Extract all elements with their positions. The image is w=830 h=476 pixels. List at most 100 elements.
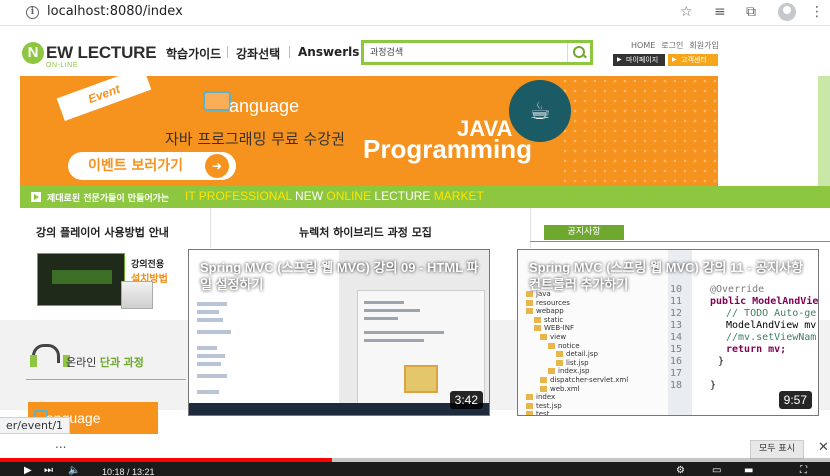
- tagline-lecture: LECTURE: [374, 189, 431, 203]
- theater-icon[interactable]: ▬: [744, 466, 753, 476]
- search-icon[interactable]: [567, 43, 590, 62]
- tree-item: index.jsp: [548, 367, 589, 375]
- tree-item-label: list.jsp: [566, 358, 589, 367]
- video-title: Spring MVC (스프링 웹 MVC) 강의 11 - 공지사항 컨트롤러…: [529, 260, 804, 292]
- info-icon[interactable]: i: [26, 6, 39, 19]
- nav-separator: [227, 46, 228, 58]
- line-number: 13: [670, 320, 683, 331]
- java-cup-icon: ☕: [529, 97, 551, 125]
- tree-item-label: web.xml: [550, 384, 580, 393]
- install-box-icon: [121, 281, 153, 309]
- video-title: Spring MVC (스프링 웹 MVC) 강의 09 - HTML 파일 설…: [200, 260, 479, 292]
- tree-item-label: index: [536, 393, 556, 402]
- star-icon[interactable]: ☆: [680, 3, 693, 21]
- banner-title: 자바 프로그래밍 무료 수강권: [165, 130, 345, 148]
- line-number: 15: [670, 344, 683, 355]
- tree-item: webapp: [526, 307, 564, 315]
- tagline-korean: 제대로된 전문가들이 만들어가는: [47, 194, 170, 204]
- more-dots[interactable]: ...: [55, 437, 66, 451]
- line-number: 17: [670, 368, 683, 379]
- column-divider: [530, 208, 531, 248]
- extensions-icon[interactable]: ⧉: [746, 3, 756, 21]
- site-header: N EW LECTURE ON-LINE 학습가이드 강좌선택 Answerls…: [0, 26, 830, 76]
- column-divider: [210, 208, 211, 248]
- play-icon[interactable]: ▶: [24, 466, 32, 476]
- top-links: HOME 로그인 회원가입: [631, 40, 725, 51]
- support-button[interactable]: 고객센터: [668, 54, 718, 66]
- folder-icon: [526, 411, 533, 415]
- folder-icon: [556, 351, 563, 358]
- settings-icon[interactable]: ⚙: [676, 466, 685, 476]
- online-course: 과정: [123, 356, 144, 369]
- event-button[interactable]: 이벤트 보러가기 ➜: [68, 152, 236, 180]
- video-preview-card[interactable]: Spring MVC (스프링 웹 MVC) 강의 09 - HTML 파일 설…: [188, 249, 490, 416]
- banner-side-strip: [818, 76, 830, 202]
- folder-icon: [526, 308, 533, 315]
- signup-link[interactable]: 회원가입: [689, 41, 718, 50]
- os-taskbar: [189, 403, 489, 415]
- online-course-title: 온라인 단과 과정: [66, 354, 144, 370]
- player-guide-thumbnail[interactable]: [37, 253, 125, 306]
- more-icon[interactable]: ⋮: [810, 4, 824, 20]
- volume-icon[interactable]: 🔈: [68, 466, 80, 476]
- nav-learning-guide[interactable]: 학습가이드: [166, 45, 221, 62]
- online-underline: [26, 379, 186, 380]
- tree-item-label: WEB-INF: [544, 324, 574, 333]
- tree-item: test: [526, 410, 549, 415]
- tagline-bar: 제대로된 전문가들이 만들어가는 IT PROFESSIONAL NEW ONL…: [20, 186, 830, 208]
- login-link[interactable]: 로그인: [661, 41, 683, 50]
- line-number: 11: [670, 296, 683, 307]
- event-button-label: 이벤트 보러가기: [88, 158, 184, 174]
- folder-icon: [556, 359, 563, 366]
- avatar[interactable]: [778, 3, 796, 21]
- next-icon[interactable]: ⏭: [44, 466, 53, 476]
- folder-icon: [534, 325, 541, 332]
- tab-notice[interactable]: 공지사항: [544, 225, 624, 240]
- mypage-button[interactable]: 마이페이지: [613, 54, 665, 66]
- close-icon[interactable]: ✕: [818, 441, 829, 455]
- nav-course-select[interactable]: 강좌선택: [236, 45, 280, 62]
- tree-item-label: index.jsp: [558, 367, 590, 376]
- miniplayer-icon[interactable]: ▭: [712, 466, 721, 476]
- tagline-online: ONLINE: [326, 189, 372, 203]
- folder-icon: [540, 385, 547, 392]
- tree-item: detail.jsp: [556, 350, 598, 358]
- folder-icon: [548, 342, 555, 349]
- search-box: [361, 40, 593, 65]
- arrow-right-icon: ➜: [205, 154, 229, 178]
- code-line: // TODO Auto-ge: [726, 308, 817, 319]
- url-text[interactable]: localhost:8080/index: [47, 4, 183, 19]
- video-preview-card[interactable]: java resources webapp static WEB-INF view noti…: [517, 249, 819, 416]
- tree-item: dispatcher-servlet.xml: [540, 376, 628, 384]
- player-guide-title[interactable]: 강의 플레이어 사용방법 안내: [36, 224, 169, 240]
- fullscreen-icon[interactable]: ⛶: [800, 466, 807, 476]
- status-bar-url: er/event/1: [0, 417, 71, 434]
- browser-address-bar: i localhost:8080/index ☆ ≡ ⧉ ⋮: [0, 0, 830, 26]
- show-all-button[interactable]: 모두 표시: [750, 440, 804, 459]
- event-banner[interactable]: Event anguage 자바 프로그래밍 무료 수강권 이벤트 보러가기 ➜…: [20, 76, 718, 186]
- hybrid-course-title[interactable]: 뉴렉처 하이브리드 과정 모집: [299, 224, 432, 240]
- tree-item-label: view: [550, 333, 567, 341]
- programming-text: Programming: [363, 134, 533, 164]
- tagline-english: IT PROFESSIONAL NEW ONLINE LECTURE MARKE…: [185, 189, 484, 203]
- folder-icon: [526, 402, 533, 409]
- home-link[interactable]: HOME: [631, 41, 655, 50]
- tree-item-label: resources: [536, 298, 570, 307]
- tree-item: resources: [526, 299, 570, 307]
- tree-item: list.jsp: [556, 359, 589, 367]
- nav-answers[interactable]: Answerls: [298, 45, 359, 59]
- line-number: 12: [670, 308, 683, 319]
- tree-item: notice: [548, 342, 580, 350]
- video-duration: 9:57: [778, 391, 812, 409]
- logo[interactable]: N EW LECTURE ON-LINE: [22, 42, 157, 72]
- tree-item: view: [540, 333, 566, 341]
- tree-item-label: dispatcher-servlet.xml: [550, 376, 629, 384]
- search-input[interactable]: [364, 43, 567, 62]
- folder-icon: [540, 377, 547, 383]
- bookmarks-icon[interactable]: ≡: [714, 3, 726, 21]
- folder-icon: [526, 299, 533, 306]
- language-icon: [203, 91, 231, 111]
- layout-box: [404, 365, 438, 393]
- tree-item: test.jsp: [526, 402, 562, 410]
- tree-item: web.xml: [540, 385, 580, 393]
